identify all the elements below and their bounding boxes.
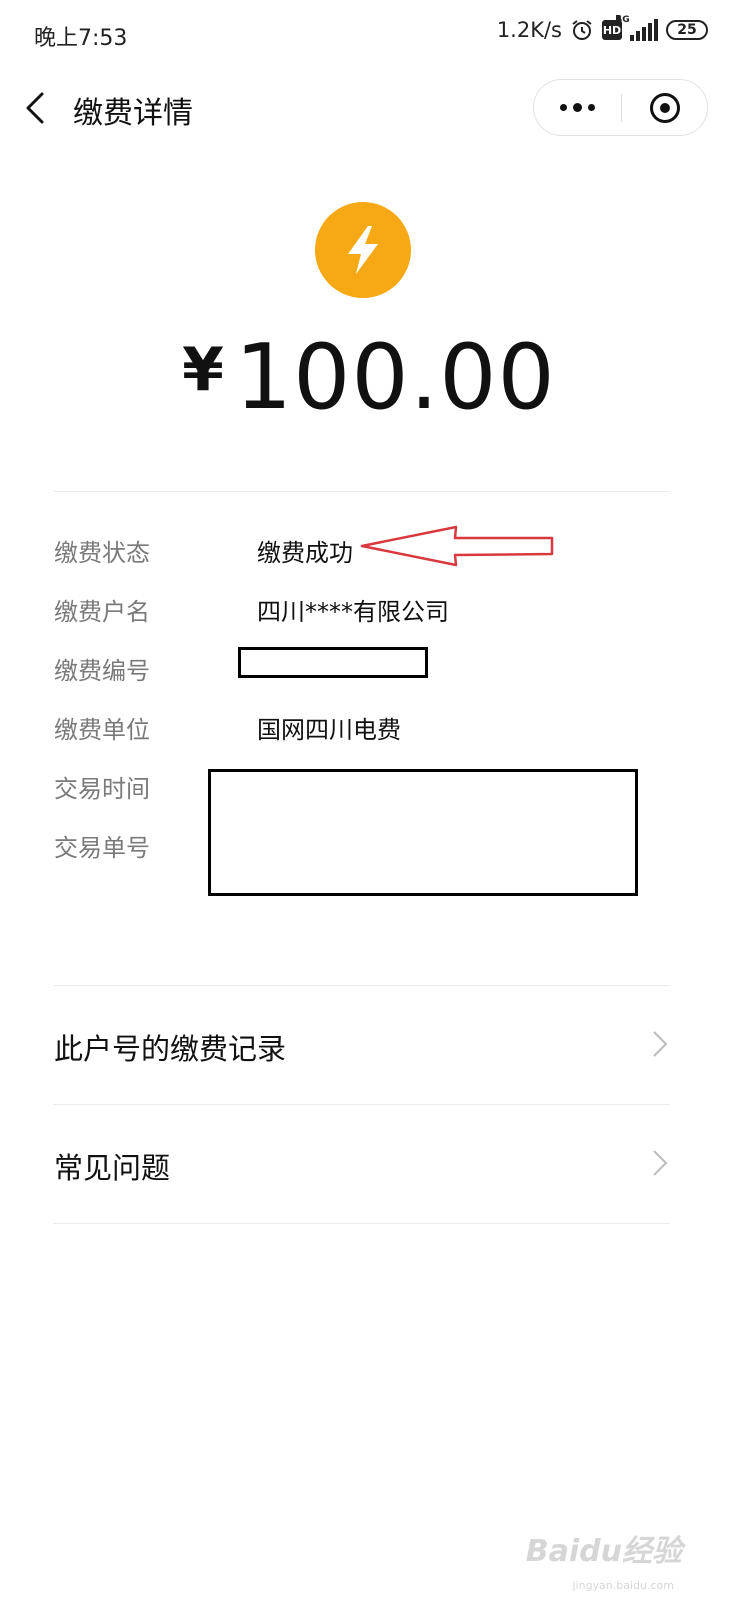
detail-label-status: 缴费状态	[54, 539, 150, 567]
payment-history-link[interactable]: 此户号的缴费记录	[53, 986, 670, 1104]
network-speed: 1.2K/s	[496, 18, 562, 42]
signal-label: 4G	[616, 15, 630, 25]
chevron-right-icon	[653, 1150, 668, 1176]
payment-history-label: 此户号的缴费记录	[54, 1032, 287, 1066]
baidu-watermark: Baidu经验	[525, 1534, 682, 1569]
lightning-bolt-icon	[315, 202, 411, 298]
divider	[53, 491, 670, 492]
payment-amount: ¥100.00	[0, 325, 738, 430]
status-time: 晚上7:53	[34, 26, 128, 51]
signal-icon: 4G	[616, 15, 658, 41]
redacted-account-number	[238, 647, 428, 678]
detail-label-transaction-time: 交易时间	[54, 775, 150, 803]
amount-value: 100.00	[234, 325, 556, 430]
battery-icon: 25	[666, 20, 708, 40]
faq-label: 常见问题	[54, 1151, 171, 1185]
redacted-transaction-info	[208, 769, 638, 896]
page-title: 缴费详情	[73, 96, 193, 131]
chevron-right-icon	[653, 1031, 668, 1057]
detail-label-account-name: 缴费户名	[54, 598, 150, 626]
alarm-icon	[572, 20, 592, 40]
detail-value-account-name: 四川****有限公司	[257, 598, 449, 626]
baidu-watermark-url: jingyan.baidu.com	[572, 1579, 674, 1592]
close-mini-program-button[interactable]	[622, 80, 708, 135]
divider	[53, 1223, 670, 1224]
detail-label-account-number: 缴费编号	[54, 657, 150, 685]
annotation-arrow-icon	[360, 525, 554, 567]
detail-label-biller: 缴费单位	[54, 716, 150, 744]
detail-value-status: 缴费成功	[257, 539, 353, 567]
status-indicators: 1.2K/s HD 4G 25	[496, 15, 708, 42]
mini-program-capsule	[533, 79, 708, 136]
target-icon	[650, 92, 680, 123]
more-options-button[interactable]	[534, 80, 621, 135]
faq-link[interactable]: 常见问题	[53, 1105, 670, 1223]
currency-symbol: ¥	[182, 335, 225, 405]
back-arrow-icon[interactable]	[22, 90, 52, 126]
detail-label-transaction-id: 交易单号	[54, 834, 150, 862]
detail-value-biller: 国网四川电费	[257, 716, 401, 744]
